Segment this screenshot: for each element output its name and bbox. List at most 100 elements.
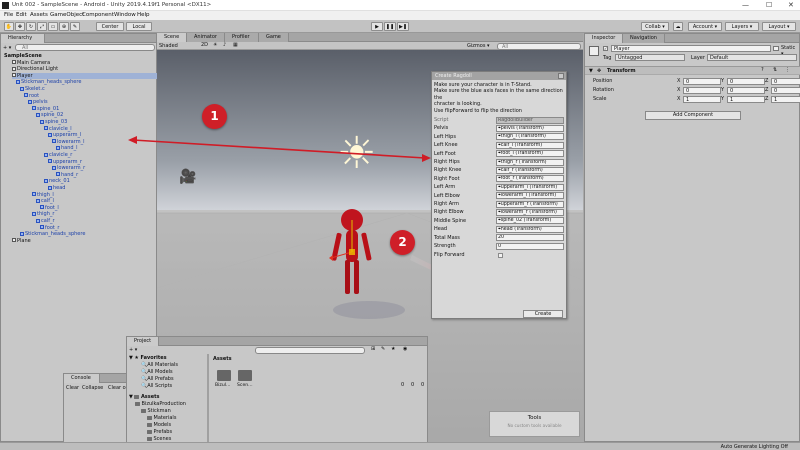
asset-item-label[interactable]: Bizul... — [215, 383, 230, 388]
assets-header[interactable]: ▼ Assets — [129, 394, 160, 401]
custom-tool-icon[interactable]: ✎ — [70, 22, 80, 31]
hierarchy-item[interactable]: Main Camera — [12, 60, 50, 67]
menu-edit[interactable]: Edit — [16, 12, 27, 18]
tab-scene[interactable]: Scene — [157, 33, 187, 42]
2d-toggle[interactable]: 2D — [201, 42, 208, 48]
minimize-button[interactable]: — — [742, 1, 749, 9]
effects-toggle-icon[interactable]: ▦ — [233, 42, 238, 48]
ragdoll-field-value[interactable]: ⌖upperarm_l (Transform) — [496, 183, 564, 191]
hand-tool-icon[interactable]: ✋ — [4, 22, 14, 31]
shading-mode-dropdown[interactable]: Shaded — [159, 43, 178, 49]
ragdoll-field-value[interactable]: ⌖calf_r (Transform) — [496, 166, 564, 174]
ragdoll-field-value[interactable]: ⌖thigh_l (Transform) — [496, 133, 564, 141]
tab-navigation[interactable]: Navigation — [623, 34, 665, 43]
transform-z-field[interactable]: 0 — [771, 77, 800, 85]
transform-z-field[interactable]: 1 — [771, 95, 800, 103]
hierarchy-item[interactable]: lowerarm_l — [52, 139, 84, 146]
transform-x-field[interactable]: 1 — [683, 95, 721, 103]
move-tool-icon[interactable]: ✥ — [15, 22, 25, 31]
hierarchy-item[interactable]: head — [48, 185, 65, 192]
menu-assets[interactable]: Assets — [30, 12, 48, 18]
hierarchy-item[interactable]: clavicle_l — [44, 126, 72, 133]
transform-y-field[interactable]: 1 — [727, 95, 765, 103]
hierarchy-item[interactable]: root — [24, 93, 39, 100]
transform-z-field[interactable]: 0 — [771, 86, 800, 94]
tag-dropdown[interactable]: Untagged — [615, 54, 685, 61]
layers-dropdown[interactable]: Layers ▾ — [725, 22, 759, 31]
project-breadcrumb[interactable]: Assets — [213, 356, 232, 362]
scene-search-input[interactable]: All — [497, 42, 581, 50]
favorite-all-models[interactable]: 🔍All Models — [141, 369, 173, 376]
component-menu-icon[interactable]: ⋮ — [785, 67, 790, 73]
hierarchy-item[interactable]: Stickman_heads_sphere — [20, 231, 85, 238]
create-button[interactable]: Create — [523, 310, 563, 318]
help-icon[interactable]: ? — [761, 67, 764, 73]
favorite-all-materials[interactable]: 🔍All Materials — [141, 362, 178, 369]
transform-y-field[interactable]: 0 — [727, 86, 765, 94]
hierarchy-item[interactable]: Plane — [12, 238, 31, 245]
project-folder-item[interactable]: Stickman — [141, 408, 171, 415]
folder-icon[interactable] — [238, 370, 252, 381]
hierarchy-item[interactable]: SampleScene — [4, 53, 42, 60]
ragdoll-field-value[interactable]: ⌖lowerarm_r (Transform) — [496, 208, 564, 216]
ragdoll-field-value[interactable]: ⌖foot_l (Transform) — [496, 150, 564, 158]
layer-dropdown[interactable]: Default — [707, 54, 797, 61]
hierarchy-item[interactable]: foot_l — [40, 205, 59, 212]
project-folder-item[interactable]: Prefabs — [147, 429, 172, 436]
tab-inspector[interactable]: Inspector — [585, 34, 623, 43]
camera-gizmo-icon[interactable]: 🎥 — [179, 169, 196, 185]
favorite-all-prefabs[interactable]: 🔍All Prefabs — [141, 376, 174, 383]
ragdoll-field-value[interactable]: 20 — [496, 234, 564, 242]
hidden-packages-icon[interactable]: ◉ — [403, 346, 407, 352]
console-collapse-button[interactable]: Collapse — [82, 385, 103, 391]
hierarchy-item[interactable]: spine_01 — [32, 106, 59, 113]
folder-icon[interactable] — [217, 370, 231, 381]
project-folder-item[interactable]: BizulkaProduction — [135, 401, 186, 408]
tab-game[interactable]: Game — [259, 33, 289, 42]
tab-console[interactable]: Console — [64, 374, 100, 383]
tree-splitter[interactable] — [207, 354, 209, 450]
hierarchy-item[interactable]: upperarm_l — [48, 132, 81, 139]
favorite-icon[interactable]: ★ — [391, 346, 395, 352]
menu-help[interactable]: Help — [137, 12, 150, 18]
play-button-icon[interactable]: ▶ — [371, 22, 383, 31]
project-folder-item[interactable]: Models — [147, 422, 171, 429]
menu-component[interactable]: Component — [82, 12, 114, 18]
cloud-icon[interactable]: ☁ — [673, 22, 683, 31]
flip-forward-checkbox[interactable] — [498, 252, 503, 258]
tab-project[interactable]: Project — [127, 337, 159, 346]
account-dropdown[interactable]: Account ▾ — [688, 22, 722, 31]
rect-tool-icon[interactable]: ▭ — [48, 22, 58, 31]
lighting-toggle-icon[interactable]: ☀ — [213, 42, 217, 48]
hierarchy-add-button[interactable]: + ▾ — [3, 45, 11, 51]
collab-dropdown[interactable]: Collab ▾ — [641, 22, 669, 31]
rotate-tool-icon[interactable]: ↻ — [26, 22, 36, 31]
step-button-icon[interactable]: ▶❚ — [397, 22, 409, 31]
hierarchy-item[interactable]: thigh_l — [32, 192, 54, 199]
audio-toggle-icon[interactable]: ♪ — [223, 42, 226, 48]
tab-animator[interactable]: Animator — [187, 33, 225, 42]
transform-header[interactable]: ▼ ✥ Transform ? ⇅ ⋮ — [585, 66, 800, 75]
ragdoll-field-value[interactable]: ⌖upperarm_r (Transform) — [496, 200, 564, 208]
ragdoll-field-value[interactable]: ⌖calf_l (Transform) — [496, 141, 564, 149]
project-search-input[interactable] — [255, 347, 365, 354]
search-by-type-icon[interactable]: ⊞ — [371, 346, 375, 352]
transform-x-field[interactable]: 0 — [683, 86, 721, 94]
hierarchy-item[interactable]: hand_l — [56, 145, 77, 152]
hierarchy-item[interactable]: calf_l — [36, 198, 54, 205]
asset-item-label[interactable]: Scen... — [237, 383, 253, 388]
hierarchy-item[interactable]: neck_01 — [44, 178, 70, 185]
menu-file[interactable]: File — [4, 12, 13, 18]
scale-tool-icon[interactable]: ⤢ — [37, 22, 47, 31]
hierarchy-item[interactable]: Player — [12, 72, 158, 80]
search-by-label-icon[interactable]: ✎ — [381, 346, 385, 352]
ragdoll-field-value[interactable]: ⌖foot_r (Transform) — [496, 175, 564, 183]
hierarchy-item[interactable]: pelvis — [28, 99, 48, 106]
hierarchy-item[interactable]: spine_02 — [36, 112, 63, 119]
project-add-button[interactable]: + ▾ — [129, 347, 137, 353]
ragdoll-field-value[interactable]: ⌖thigh_r (Transform) — [496, 158, 564, 166]
tab-hierarchy[interactable]: Hierarchy — [1, 34, 45, 43]
gizmos-dropdown[interactable]: Gizmos ▾ — [467, 43, 490, 49]
project-folder-item[interactable]: Materials — [147, 415, 176, 422]
close-button[interactable]: ✕ — [788, 1, 794, 9]
